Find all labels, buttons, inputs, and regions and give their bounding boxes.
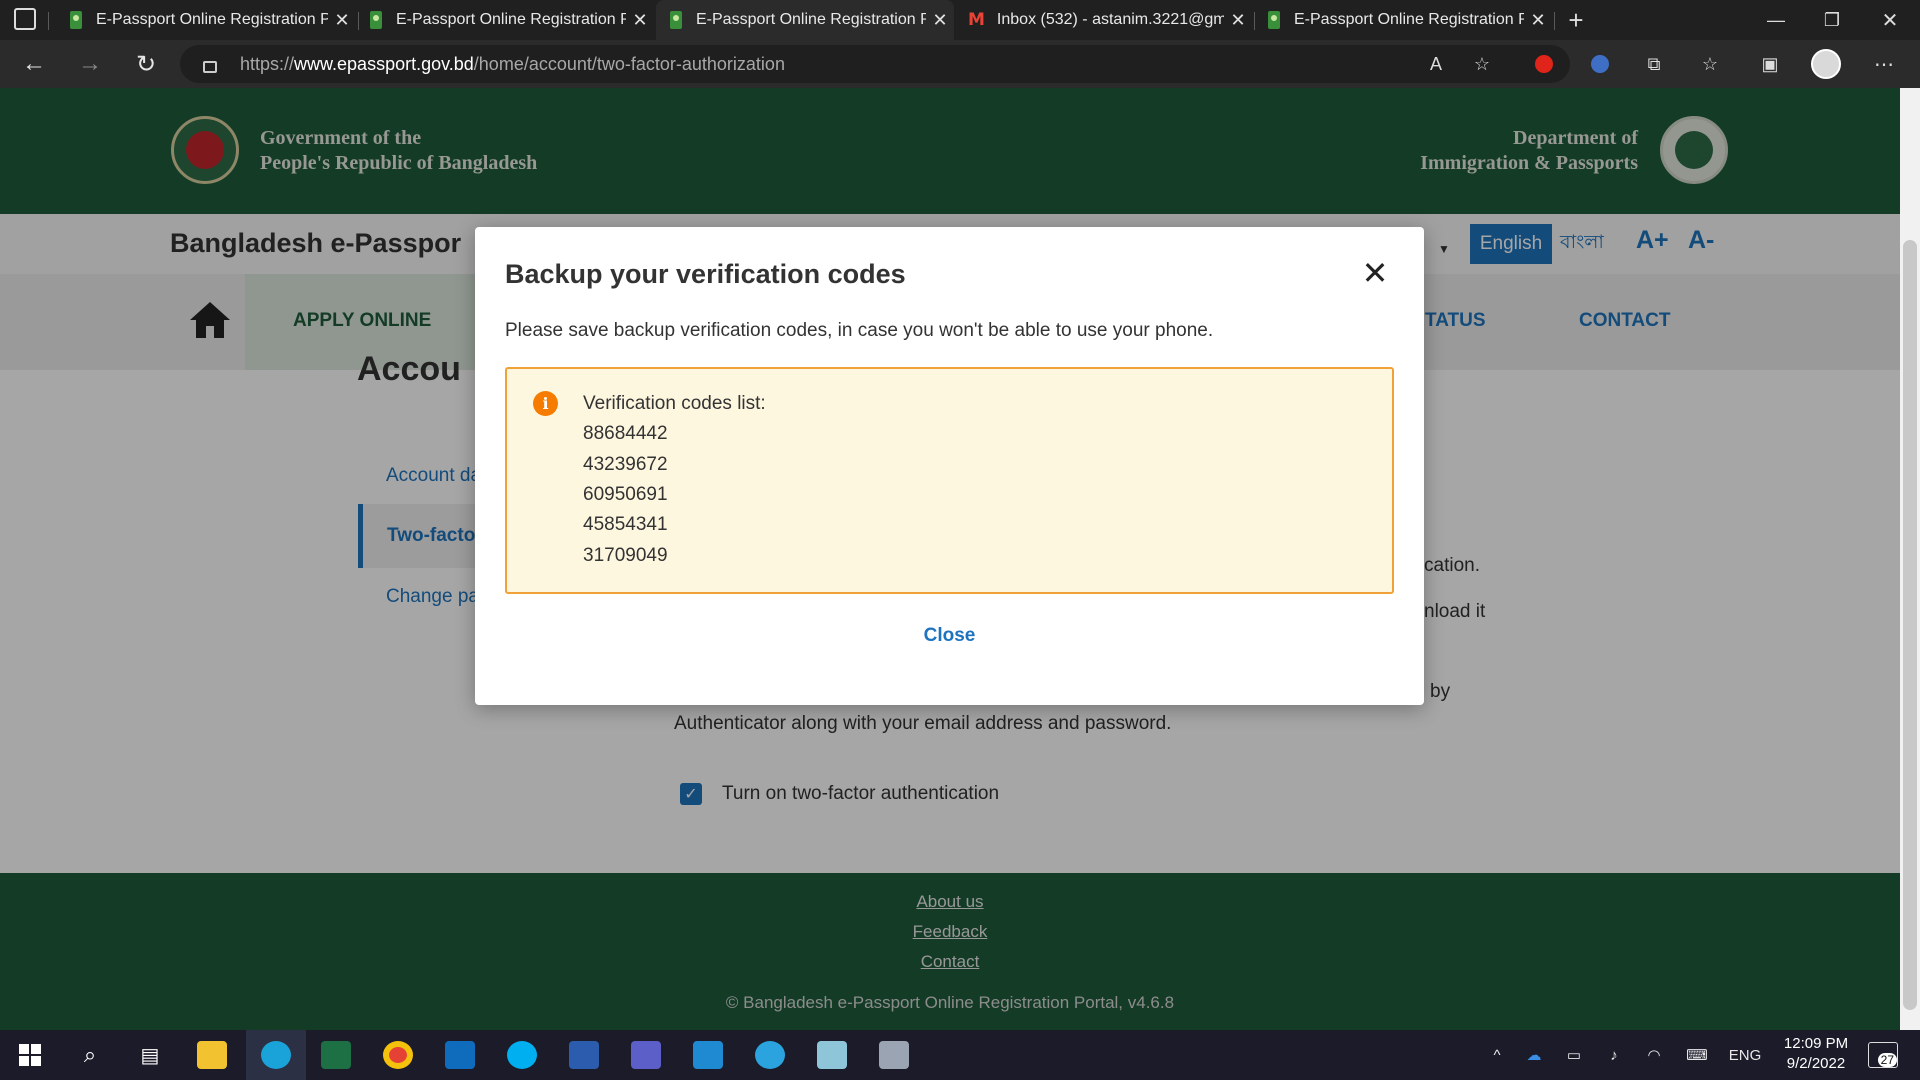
more-options-icon[interactable]: ⋯	[1864, 40, 1904, 88]
chrome-icon[interactable]	[368, 1030, 428, 1080]
tab-actions-icon[interactable]	[14, 8, 36, 30]
tab-title: E-Passport Online Registration Po	[696, 11, 926, 28]
browser-tab[interactable]: E-Passport Online Registration Po ✕	[1254, 0, 1552, 40]
app-icon[interactable]	[802, 1030, 862, 1080]
extension-red-icon[interactable]	[1524, 40, 1564, 88]
refresh-icon[interactable]: ↻	[124, 40, 168, 88]
keyboard-icon[interactable]: ⌨	[1674, 1046, 1720, 1064]
passport-favicon-icon	[370, 11, 382, 29]
vscode-icon[interactable]	[678, 1030, 738, 1080]
teams-icon[interactable]	[616, 1030, 676, 1080]
network-icon[interactable]: ◠	[1634, 1046, 1674, 1064]
battery-icon[interactable]: ▭	[1554, 1046, 1594, 1064]
verification-code: 45854341	[583, 514, 668, 535]
start-icon[interactable]	[0, 1030, 60, 1080]
verification-code: 43239672	[583, 454, 668, 475]
window-close-icon[interactable]: ✕	[1862, 0, 1918, 40]
profile-avatar[interactable]	[1806, 40, 1846, 88]
back-icon[interactable]: ←	[12, 40, 56, 88]
read-aloud-icon[interactable]: A	[1416, 40, 1456, 88]
collections-icon[interactable]: ▣	[1750, 40, 1790, 88]
verification-code: 60950691	[583, 484, 668, 505]
file-explorer-icon[interactable]	[182, 1030, 242, 1080]
url-path: /home/account/two-factor-authorization	[473, 53, 785, 74]
verification-codes-box: i Verification codes list: 88684442 4323…	[505, 367, 1394, 594]
passport-favicon-icon	[70, 11, 82, 29]
browser-tab[interactable]: E-Passport Online Registration Po ✕	[56, 0, 356, 40]
forward-icon[interactable]: →	[68, 40, 112, 88]
backup-codes-modal: Backup your verification codes ✕ Please …	[475, 227, 1424, 705]
app-icon[interactable]	[864, 1030, 924, 1080]
modal-description: Please save backup verification codes, i…	[505, 320, 1214, 341]
language-indicator[interactable]: ENG	[1720, 1047, 1770, 1064]
outlook-icon[interactable]	[430, 1030, 490, 1080]
notification-count: 27	[1877, 1053, 1897, 1067]
browser-tab-active[interactable]: E-Passport Online Registration Po ✕	[656, 0, 954, 40]
skype-icon[interactable]	[492, 1030, 552, 1080]
system-tray: ^ ☁ ▭ ♪ ◠ ⌨ ENG	[1480, 1030, 1770, 1080]
task-view-icon[interactable]: ▤	[120, 1030, 180, 1080]
favorites-icon[interactable]: ☆	[1690, 40, 1730, 88]
tab-separator	[48, 12, 49, 30]
notifications-icon[interactable]: 27	[1868, 1042, 1898, 1068]
passport-favicon-icon	[1268, 11, 1280, 29]
tab-title: Inbox (532) - astanim.3221@gma	[996, 11, 1224, 28]
verification-code: 88684442	[583, 423, 668, 444]
modal-title: Backup your verification codes	[505, 259, 906, 289]
new-tab-icon[interactable]: +	[1548, 0, 1604, 40]
url-host: www.epassport.gov.bd	[294, 53, 474, 74]
clock-date: 9/2/2022	[1786, 1055, 1846, 1072]
modal-close-icon[interactable]: ✕	[1357, 255, 1393, 291]
search-icon[interactable]: ⌕	[60, 1030, 120, 1080]
tab-title: E-Passport Online Registration Po	[96, 11, 328, 28]
tab-title: E-Passport Online Registration Po	[1294, 11, 1524, 28]
modal-close-button[interactable]: Close	[475, 625, 1424, 647]
volume-icon[interactable]: ♪	[1594, 1047, 1634, 1064]
codes-list-label: Verification codes list:	[583, 393, 766, 414]
edge-icon[interactable]	[246, 1030, 306, 1080]
close-tab-icon[interactable]: ✕	[926, 10, 954, 31]
tab-title: E-Passport Online Registration Po	[396, 11, 626, 28]
excel-icon[interactable]	[306, 1030, 366, 1080]
address-bar[interactable]: https://www.epassport.gov.bd/home/accoun…	[180, 45, 1570, 83]
onedrive-icon[interactable]: ☁	[1514, 1046, 1554, 1064]
gmail-icon: M	[968, 10, 985, 30]
extensions-icon[interactable]: ⧉	[1634, 40, 1674, 88]
chevron-up-icon[interactable]: ^	[1480, 1047, 1514, 1064]
minimize-icon[interactable]: —	[1748, 0, 1804, 40]
restore-icon[interactable]: ❐	[1804, 0, 1860, 40]
scrollbar-thumb[interactable]	[1903, 240, 1917, 1010]
close-tab-icon[interactable]: ✕	[626, 10, 654, 31]
verification-code: 31709049	[583, 545, 668, 566]
browser-tab[interactable]: M Inbox (532) - astanim.3221@gma ✕	[954, 0, 1252, 40]
web-page: Government of the People's Republic of B…	[0, 88, 1900, 1030]
url-prefix: https://	[240, 53, 295, 74]
telegram-icon[interactable]	[740, 1030, 800, 1080]
favorite-star-icon[interactable]: ☆	[1462, 40, 1502, 88]
clock[interactable]: 12:09 PM 9/2/2022	[1776, 1034, 1856, 1074]
close-tab-icon[interactable]: ✕	[328, 10, 356, 31]
passport-favicon-icon	[670, 11, 682, 29]
close-tab-icon[interactable]: ✕	[1224, 10, 1252, 31]
browser-tab[interactable]: E-Passport Online Registration Po ✕	[356, 0, 654, 40]
lock-icon[interactable]	[203, 61, 217, 73]
clock-time: 12:09 PM	[1783, 1035, 1849, 1052]
extension-cursor-icon[interactable]	[1580, 40, 1620, 88]
info-warning-icon: i	[533, 391, 558, 416]
word-icon[interactable]	[554, 1030, 614, 1080]
